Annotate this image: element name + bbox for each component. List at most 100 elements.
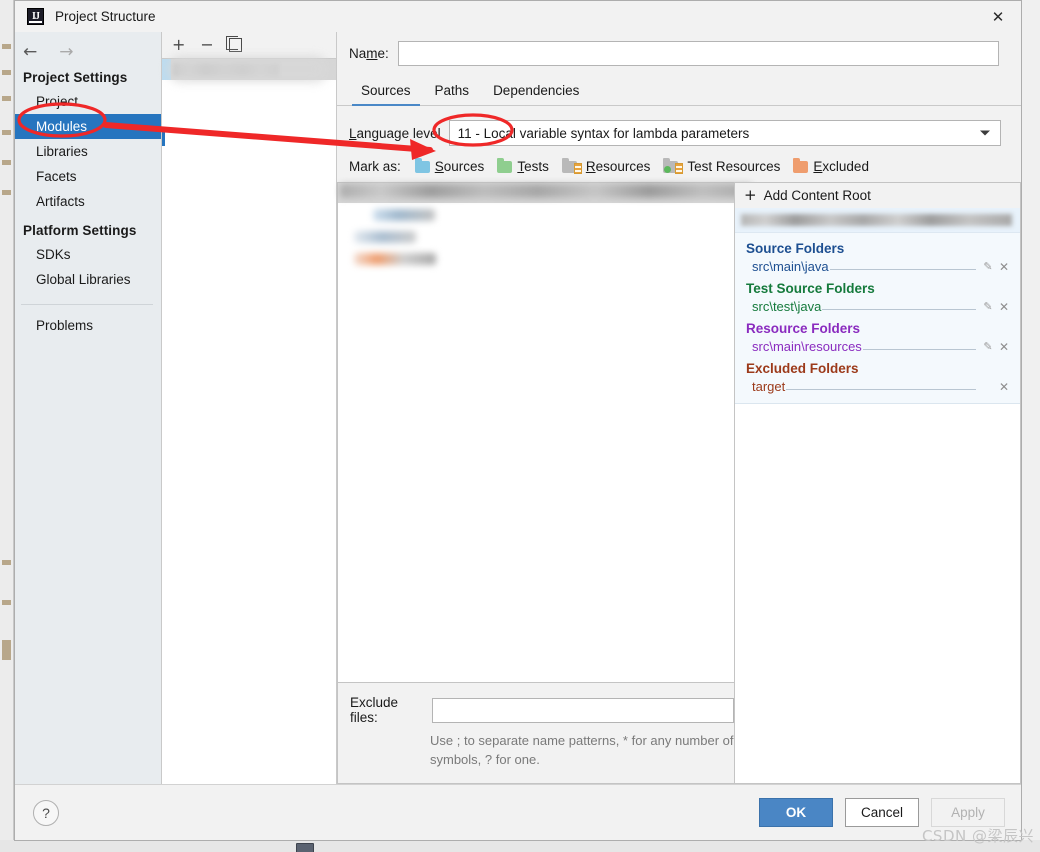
cancel-button[interactable]: Cancel <box>845 798 919 827</box>
gutter-mark <box>2 96 11 101</box>
gutter-mark <box>2 600 11 605</box>
exclude-files-input[interactable] <box>431 697 734 723</box>
content-roots-pane: + Add Content Root Source Folders src\ma… <box>734 182 1021 784</box>
sidebar-item-facets[interactable]: Facets <box>15 164 161 189</box>
resource-folder-row[interactable]: src\main\resources ✎ ✕ <box>735 338 1020 357</box>
excluded-folder-row[interactable]: target ✎ ✕ <box>735 378 1020 397</box>
sidebar-item-global-libraries[interactable]: Global Libraries <box>15 267 161 292</box>
redaction-overlay <box>168 56 328 82</box>
background-taskbar <box>0 840 1040 852</box>
background-right-gutter <box>1022 0 1040 840</box>
row-divider <box>829 269 976 270</box>
module-name-label: Name: <box>349 46 389 61</box>
chevron-down-icon <box>980 130 990 136</box>
copy-icon[interactable] <box>225 36 242 52</box>
source-folder-row[interactable]: src\main\java ✎ ✕ <box>735 258 1020 277</box>
sidebar-item-artifacts[interactable]: Artifacts <box>15 189 161 214</box>
mark-as-excluded-button[interactable]: Excluded <box>793 157 869 174</box>
source-folders-title: Source Folders <box>746 241 845 256</box>
mark-as-sources-button[interactable]: Sources <box>414 157 485 174</box>
mark-as-row: Mark as: Sources Tests Resources Test Re… <box>337 146 1021 174</box>
sidebar-item-project[interactable]: Project <box>15 89 161 114</box>
background-left-gutter <box>0 0 14 840</box>
help-button[interactable]: ? <box>33 799 59 826</box>
screenshot-root: IJ Project Structure ✕ ← → Project Setti… <box>0 0 1040 852</box>
intellij-idea-icon: IJ <box>27 8 44 25</box>
close-icon[interactable]: ✕ <box>996 340 1012 354</box>
apply-button: Apply <box>931 798 1005 827</box>
mark-as-excluded-label: Excluded <box>813 159 869 174</box>
tab-dependencies[interactable]: Dependencies <box>481 79 591 105</box>
sidebar-item-libraries[interactable]: Libraries <box>15 139 161 164</box>
dialog-footer: ? OK Cancel Apply <box>15 784 1021 840</box>
redacted-tree-node <box>354 231 416 243</box>
mark-as-tests-button[interactable]: Tests <box>497 157 549 174</box>
folder-test-resources-icon <box>663 157 684 174</box>
row-divider <box>862 349 976 350</box>
csdn-watermark: CSDN @梁辰兴 <box>921 827 1034 845</box>
sidebar-group-project-settings: Project Settings <box>23 70 128 85</box>
pencil-icon[interactable]: ✎ <box>980 300 996 313</box>
content-root-header[interactable] <box>735 208 1020 233</box>
exclude-hint-line2: symbols, ? for one. <box>430 752 540 767</box>
close-icon[interactable]: ✕ <box>996 300 1012 314</box>
language-level-value: 11 - Local variable syntax for lambda pa… <box>457 125 750 141</box>
exclude-files-hint: Use ; to separate name patterns, * for a… <box>430 731 734 769</box>
test-source-folder-row[interactable]: src\test\java ✎ ✕ <box>735 298 1020 317</box>
redacted-tree-node <box>373 209 435 221</box>
gutter-mark <box>2 160 11 165</box>
exclude-hint-line1: Use ; to separate name patterns, * for a… <box>430 733 734 748</box>
close-icon[interactable]: ✕ <box>996 260 1012 274</box>
mark-as-tests-label: Tests <box>517 159 549 174</box>
mark-as-test-resources-label: Test Resources <box>687 159 781 174</box>
folder-excluded-icon <box>793 157 809 173</box>
arrow-right-icon[interactable]: → <box>59 44 73 61</box>
plus-icon[interactable]: + <box>172 37 185 53</box>
minus-icon[interactable]: − <box>200 37 213 53</box>
folder-resources-icon <box>561 157 582 174</box>
arrow-left-icon[interactable]: ← <box>23 44 37 61</box>
module-list-panel: + − <box>162 32 337 784</box>
close-icon[interactable]: ✕ <box>975 1 1021 32</box>
resource-folders-title: Resource Folders <box>746 321 861 336</box>
ok-button[interactable]: OK <box>759 798 833 827</box>
tab-sources[interactable]: Sources <box>349 79 423 106</box>
mark-as-label: Mark as: <box>349 159 401 174</box>
source-tree[interactable] <box>338 183 752 682</box>
mark-as-test-resources-button[interactable]: Test Resources <box>663 157 781 174</box>
add-content-root-button[interactable]: + Add Content Root <box>735 183 1020 208</box>
sidebar-item-problems[interactable]: Problems <box>15 305 161 338</box>
tab-paths[interactable]: Paths <box>423 79 482 105</box>
mark-as-resources-label: Resources <box>585 159 651 174</box>
dialog-title: Project Structure <box>55 9 156 24</box>
exclude-files-section: Exclude files: Use ; to separate name pa… <box>338 682 734 783</box>
redacted-root-path <box>340 184 752 198</box>
mark-as-resources-button[interactable]: Resources <box>561 157 651 174</box>
project-structure-dialog: IJ Project Structure ✕ ← → Project Setti… <box>14 0 1022 841</box>
language-level-label: Language level <box>349 125 441 141</box>
gutter-mark <box>2 560 11 565</box>
sidebar-item-sdks[interactable]: SDKs <box>15 242 161 267</box>
language-level-select[interactable]: 11 - Local variable syntax for lambda pa… <box>448 120 1001 146</box>
test-source-folders-title: Test Source Folders <box>746 281 875 296</box>
sources-split-panes: Exclude files: Use ; to separate name pa… <box>337 182 1021 784</box>
source-tree-pane: Exclude files: Use ; to separate name pa… <box>337 182 752 784</box>
taskbar-icon[interactable] <box>296 843 314 852</box>
module-name-row: Name: <box>337 32 1021 75</box>
settings-sidebar: ← → Project Settings Project Modules Lib… <box>15 32 162 784</box>
redacted-tree-node <box>354 253 436 265</box>
content-roots-empty-area <box>735 403 1020 783</box>
sidebar-item-modules[interactable]: Modules <box>15 114 161 139</box>
resource-folder-path: src\main\resources <box>752 339 862 354</box>
gutter-mark <box>2 640 11 660</box>
language-level-row: Language level 11 - Local variable synta… <box>337 106 1021 146</box>
close-icon[interactable]: ✕ <box>996 380 1012 394</box>
mark-as-sources-label: Sources <box>434 159 485 174</box>
gutter-mark <box>2 44 11 49</box>
pencil-icon[interactable]: ✎ <box>980 260 996 273</box>
module-name-input[interactable] <box>397 41 999 66</box>
test-source-folder-path: src\test\java <box>752 299 822 314</box>
folder-sources-icon <box>414 157 430 173</box>
pencil-icon[interactable]: ✎ <box>980 340 996 353</box>
dialog-body: ← → Project Settings Project Modules Lib… <box>15 32 1021 784</box>
